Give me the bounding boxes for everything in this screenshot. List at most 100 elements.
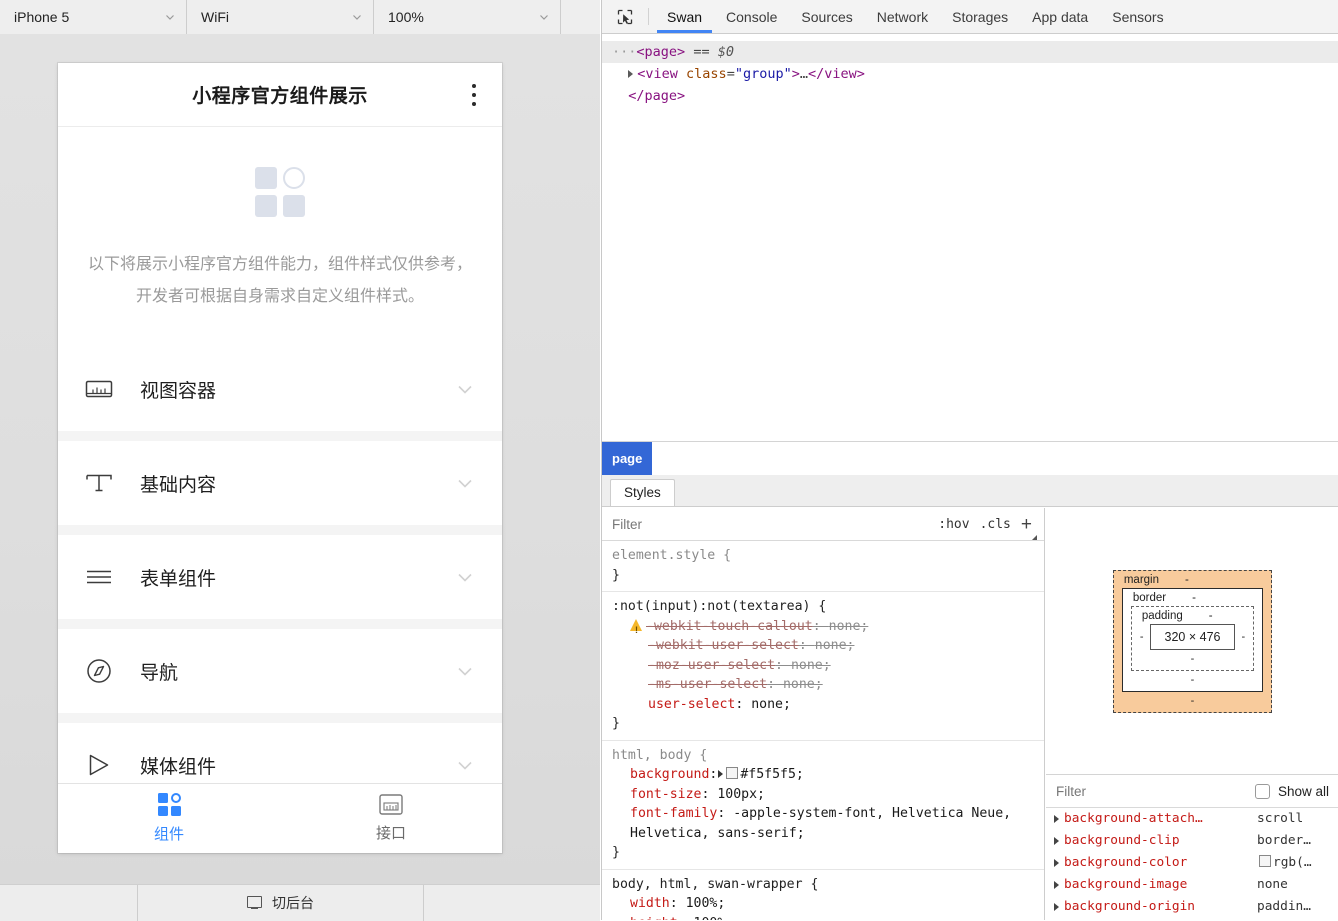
- show-all-checkbox[interactable]: [1255, 784, 1270, 799]
- computed-row[interactable]: background-color rgb(…: [1046, 852, 1338, 874]
- network-select[interactable]: WiFi: [187, 0, 374, 34]
- zoom-select[interactable]: 100%: [374, 0, 561, 34]
- list-item-label: 媒体组件: [140, 752, 454, 779]
- tab-network[interactable]: Network: [865, 0, 940, 33]
- computed-row[interactable]: background-image none: [1046, 874, 1338, 896]
- expand-triangle-icon[interactable]: [1054, 837, 1059, 845]
- rule-selector: html, body {: [612, 748, 707, 763]
- more-vertical-icon[interactable]: [472, 84, 476, 106]
- list-item[interactable]: 视图容器: [58, 347, 502, 431]
- declaration-value: none;: [751, 697, 791, 712]
- chevron-down-icon[interactable]: [454, 378, 476, 400]
- background-toggle-button[interactable]: 切后台: [138, 885, 424, 921]
- computed-row[interactable]: background-origin paddin…: [1046, 896, 1338, 918]
- chevron-down-icon[interactable]: [454, 754, 476, 776]
- list-item[interactable]: 导航: [58, 629, 502, 713]
- box-model-padding-right-value[interactable]: -: [1241, 631, 1245, 643]
- declaration[interactable]: font-size: 100px;: [612, 785, 1036, 805]
- cls-button[interactable]: .cls: [980, 517, 1011, 532]
- computed-property-name: background-color: [1054, 852, 1257, 874]
- box-model-panel: margin - border - padding -: [1046, 508, 1338, 775]
- list-item-label: 导航: [140, 658, 454, 685]
- sidebar-pane-tabbar: Styles: [602, 475, 1338, 507]
- declaration-property: background: [630, 767, 709, 782]
- declaration[interactable]: -webkit-touch-callout: none;: [612, 617, 1036, 637]
- expand-triangle-icon[interactable]: [1054, 859, 1059, 867]
- devtools-pane: Swan Console Sources Network Storages Ap…: [601, 0, 1338, 920]
- box-model-padding-left-value[interactable]: -: [1140, 631, 1144, 643]
- computed-property-name: background-origin: [1054, 896, 1257, 918]
- expand-triangle-icon[interactable]: [1054, 903, 1059, 911]
- declaration[interactable]: -moz-user-select: none;: [612, 656, 1036, 676]
- inspect-cursor-icon[interactable]: [608, 0, 642, 33]
- dom-node-page-close[interactable]: </page>: [602, 85, 1338, 107]
- box-model-border[interactable]: border - padding - - 320 × 476 -: [1122, 588, 1263, 692]
- device-select[interactable]: iPhone 5: [0, 0, 187, 34]
- declaration[interactable]: background:#f5f5f5;: [612, 765, 1036, 785]
- chevron-down-icon[interactable]: [454, 660, 476, 682]
- box-model-margin[interactable]: margin - border - padding -: [1113, 570, 1272, 713]
- expand-triangle-icon[interactable]: [718, 770, 723, 778]
- computed-row[interactable]: background-clip border…: [1046, 830, 1338, 852]
- box-model-padding-top-value[interactable]: -: [1209, 610, 1213, 622]
- list-item[interactable]: 媒体组件: [58, 723, 502, 783]
- styles-filter-input[interactable]: Filter: [612, 517, 928, 532]
- new-style-rule-button[interactable]: +: [1021, 515, 1036, 534]
- rule-close: }: [612, 845, 620, 860]
- tab-components[interactable]: 组件: [58, 784, 280, 853]
- tab-app-data[interactable]: App data: [1020, 0, 1100, 33]
- tab-styles[interactable]: Styles: [610, 479, 675, 506]
- style-rule[interactable]: html, body { background:#f5f5f5; font-si…: [602, 741, 1044, 870]
- box-model-margin-top-value[interactable]: -: [1185, 574, 1189, 586]
- tab-console[interactable]: Console: [714, 0, 789, 33]
- box-model-padding-bottom-value[interactable]: -: [1140, 653, 1245, 665]
- declaration[interactable]: -webkit-user-select: none;: [612, 636, 1036, 656]
- dom-node-page-open[interactable]: ···<page> == $0: [602, 41, 1338, 63]
- color-swatch[interactable]: [1259, 855, 1271, 867]
- tab-sources[interactable]: Sources: [789, 0, 864, 33]
- hov-button[interactable]: :hov: [938, 517, 969, 532]
- box-model-padding[interactable]: padding - - 320 × 476 - -: [1131, 606, 1254, 671]
- style-rule[interactable]: body, html, swan-wrapper { width: 100%; …: [602, 870, 1044, 921]
- expand-triangle-icon[interactable]: [628, 70, 633, 78]
- style-rule[interactable]: :not(input):not(textarea) { -webkit-touc…: [602, 592, 1044, 741]
- tab-api[interactable]: 接口: [280, 784, 502, 853]
- style-rule[interactable]: element.style { }: [602, 541, 1044, 592]
- color-swatch[interactable]: [726, 767, 738, 779]
- computed-property-value: none: [1257, 874, 1338, 896]
- expand-triangle-icon[interactable]: [1054, 815, 1059, 823]
- tab-storages[interactable]: Storages: [940, 0, 1020, 33]
- list-item[interactable]: 表单组件: [58, 535, 502, 619]
- computed-row[interactable]: background-attach… scroll: [1046, 808, 1338, 830]
- box-model-border-top-value[interactable]: -: [1192, 592, 1196, 604]
- box-model-margin-bottom-value[interactable]: -: [1122, 695, 1263, 707]
- dom-eq: ==: [693, 44, 717, 60]
- metrics-and-computed-panel: margin - border - padding -: [1046, 508, 1338, 920]
- computed-property-value: rgb(…: [1257, 852, 1338, 874]
- declaration[interactable]: -ms-user-select: none;: [612, 675, 1036, 695]
- tab-sensors[interactable]: Sensors: [1100, 0, 1175, 33]
- expand-triangle-icon[interactable]: [1054, 881, 1059, 889]
- computed-filter-bar: Filter Show all: [1046, 775, 1338, 808]
- components-logo-icon: [255, 167, 305, 217]
- declaration-property: -ms-user-select: [648, 677, 767, 692]
- bottom-left-segment: [0, 885, 138, 921]
- list-gap: [58, 619, 502, 629]
- list-item[interactable]: 基础内容: [58, 441, 502, 525]
- api-window-icon: [379, 794, 403, 815]
- tab-swan[interactable]: Swan: [655, 0, 714, 33]
- declaration[interactable]: user-select: none;: [612, 695, 1036, 715]
- chevron-down-icon[interactable]: [454, 566, 476, 588]
- text-content-icon: [82, 466, 116, 500]
- box-model-content-size: 320 × 476: [1150, 624, 1236, 650]
- chevron-down-icon[interactable]: [454, 472, 476, 494]
- chevron-down-icon: [538, 11, 550, 23]
- breadcrumb-item-page[interactable]: page: [602, 442, 652, 475]
- declaration[interactable]: height: 100%;: [612, 914, 1036, 921]
- computed-filter-input[interactable]: Filter: [1056, 784, 1247, 799]
- box-model-border-bottom-value[interactable]: -: [1131, 674, 1254, 686]
- dom-node-view[interactable]: <view class="group">…</view>: [602, 63, 1338, 85]
- form-lines-icon: [82, 560, 116, 594]
- declaration[interactable]: font-family: -apple-system-font, Helveti…: [612, 804, 1036, 843]
- declaration[interactable]: width: 100%;: [612, 894, 1036, 914]
